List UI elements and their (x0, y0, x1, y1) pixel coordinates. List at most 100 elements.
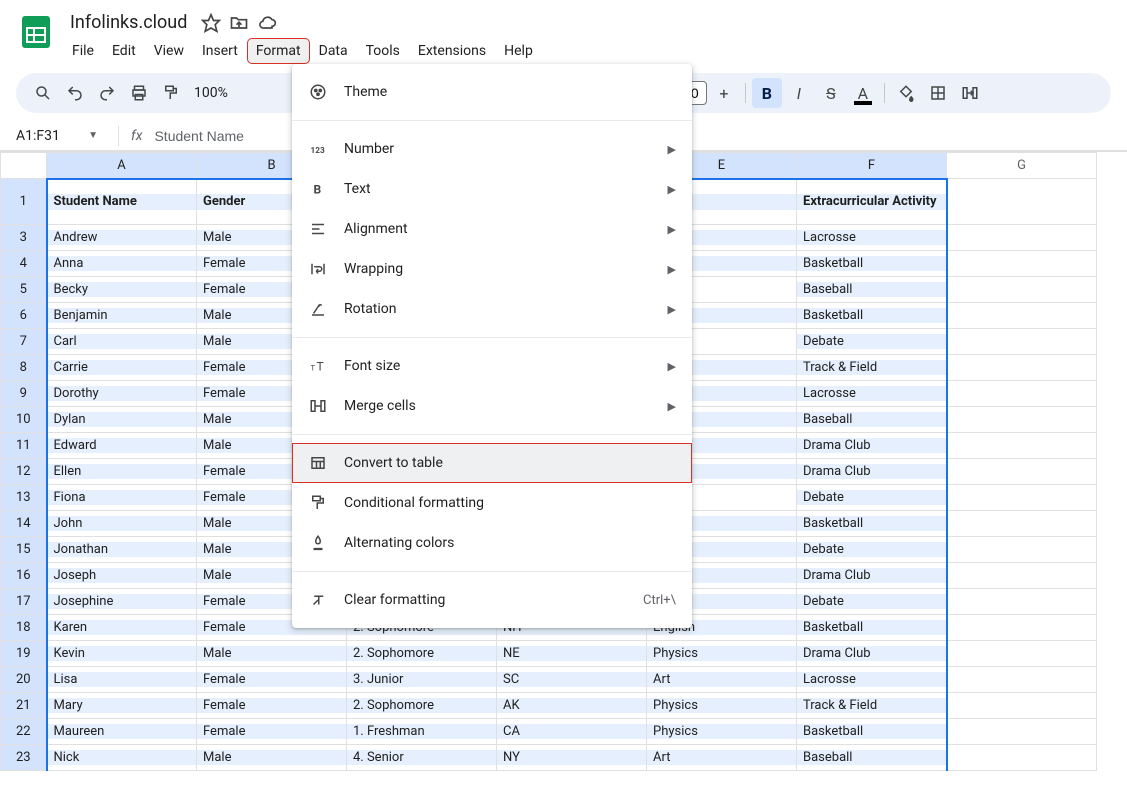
chevron-down-icon[interactable]: ▼ (88, 130, 98, 141)
menu-file[interactable]: File (64, 39, 102, 63)
cell[interactable]: John (48, 516, 197, 531)
menu-help[interactable]: Help (496, 39, 541, 63)
menu-item-font-size[interactable]: TTFont size▶ (292, 346, 692, 386)
cell[interactable]: SC (497, 672, 646, 687)
italic-button[interactable]: I (784, 78, 814, 108)
cell[interactable]: Female (197, 672, 346, 687)
menu-format[interactable]: Format (248, 39, 309, 63)
doc-title[interactable]: Infolinks.cloud (64, 10, 193, 35)
row-header[interactable]: 6 (1, 303, 47, 329)
cell[interactable]: Karen (48, 620, 197, 635)
cell[interactable]: Drama Club (797, 568, 946, 583)
row-header[interactable]: 1 (1, 179, 47, 225)
cell[interactable]: Lisa (48, 672, 197, 687)
cloud-icon[interactable] (257, 13, 277, 33)
cell[interactable]: Female (197, 724, 346, 739)
cell[interactable]: Extracurricular Activity (797, 194, 946, 210)
row-header[interactable]: 16 (1, 563, 47, 589)
cell[interactable]: Physics (647, 724, 796, 739)
cell[interactable]: Track & Field (797, 698, 946, 713)
menu-item-rotation[interactable]: Rotation▶ (292, 289, 692, 329)
menu-item-theme[interactable]: Theme (292, 72, 692, 112)
cell[interactable]: Drama Club (797, 646, 946, 661)
cell[interactable]: 2. Sophomore (347, 698, 496, 713)
menu-item-alignment[interactable]: Alignment▶ (292, 209, 692, 249)
row-header[interactable]: 12 (1, 459, 47, 485)
col-header-G[interactable]: G (947, 153, 1097, 179)
search-icon[interactable] (28, 78, 58, 108)
star-icon[interactable] (201, 13, 221, 33)
paint-format-icon[interactable] (156, 78, 186, 108)
cell[interactable]: Student Name (48, 194, 197, 210)
cell[interactable]: Benjamin (48, 308, 197, 323)
menu-item-conditional-formatting[interactable]: Conditional formatting (292, 483, 692, 523)
cell[interactable]: Mary (48, 698, 197, 713)
name-box[interactable]: A1:F31 ▼ (16, 128, 106, 144)
menu-view[interactable]: View (146, 39, 192, 63)
menu-item-convert-to-table[interactable]: Convert to table (292, 443, 692, 483)
bold-button[interactable]: B (752, 78, 782, 108)
cell[interactable]: Debate (797, 490, 946, 505)
cell[interactable]: Kevin (48, 646, 197, 661)
cell[interactable]: Joseph (48, 568, 197, 583)
menu-item-alternating-colors[interactable]: Alternating colors (292, 523, 692, 563)
cell[interactable]: Track & Field (797, 360, 946, 375)
row-header[interactable]: 9 (1, 381, 47, 407)
menu-data[interactable]: Data (311, 39, 356, 63)
font-size-increase[interactable]: + (709, 78, 739, 108)
row-header[interactable]: 10 (1, 407, 47, 433)
cell[interactable]: 3. Junior (347, 672, 496, 687)
cell[interactable]: Male (197, 750, 346, 765)
cell[interactable]: Baseball (797, 750, 946, 765)
row-header[interactable]: 4 (1, 251, 47, 277)
row-header[interactable]: 23 (1, 745, 47, 771)
cell[interactable]: Anna (48, 256, 197, 271)
menu-edit[interactable]: Edit (104, 39, 144, 63)
cell[interactable]: Baseball (797, 282, 946, 297)
borders-button[interactable] (923, 78, 953, 108)
cell[interactable]: Andrew (48, 230, 197, 245)
cell[interactable]: 4. Senior (347, 750, 496, 765)
cell[interactable]: NY (497, 750, 646, 765)
cell[interactable]: AK (497, 698, 646, 713)
cell[interactable]: Lacrosse (797, 672, 946, 687)
col-header-A[interactable]: A (47, 153, 197, 179)
cell[interactable]: Dylan (48, 412, 197, 427)
cell[interactable]: Debate (797, 594, 946, 609)
cell[interactable]: CA (497, 724, 646, 739)
cell[interactable]: Jonathan (48, 542, 197, 557)
strikethrough-button[interactable]: S (816, 78, 846, 108)
menu-tools[interactable]: Tools (358, 39, 408, 63)
row-header[interactable]: 20 (1, 667, 47, 693)
row-header[interactable]: 13 (1, 485, 47, 511)
row-header[interactable]: 18 (1, 615, 47, 641)
print-icon[interactable] (124, 78, 154, 108)
cell[interactable]: Female (197, 698, 346, 713)
cell[interactable]: Art (647, 750, 796, 765)
zoom-select[interactable]: 100% (188, 85, 234, 101)
menu-extensions[interactable]: Extensions (410, 39, 494, 63)
text-color-button[interactable]: A (848, 78, 878, 108)
cell[interactable]: Baseball (797, 412, 946, 427)
cell[interactable]: Fiona (48, 490, 197, 505)
sheets-logo[interactable] (16, 12, 56, 52)
cell[interactable]: Edward (48, 438, 197, 453)
row-header[interactable]: 22 (1, 719, 47, 745)
row-header[interactable]: 5 (1, 277, 47, 303)
cell[interactable]: Carl (48, 334, 197, 349)
menu-item-clear-formatting[interactable]: Clear formattingCtrl+\ (292, 580, 692, 620)
cell[interactable]: Dorothy (48, 386, 197, 401)
row-header[interactable]: 3 (1, 225, 47, 251)
cell[interactable]: 1. Freshman (347, 724, 496, 739)
row-header[interactable]: 15 (1, 537, 47, 563)
cell[interactable]: Drama Club (797, 464, 946, 479)
move-icon[interactable] (229, 13, 249, 33)
row-header[interactable]: 14 (1, 511, 47, 537)
cell[interactable]: Lacrosse (797, 230, 946, 245)
cell[interactable]: Drama Club (797, 438, 946, 453)
select-all-corner[interactable] (1, 153, 47, 179)
cell[interactable]: Physics (647, 698, 796, 713)
cell[interactable]: 2. Sophomore (347, 646, 496, 661)
cell[interactable]: Lacrosse (797, 386, 946, 401)
cell[interactable]: Basketball (797, 256, 946, 271)
